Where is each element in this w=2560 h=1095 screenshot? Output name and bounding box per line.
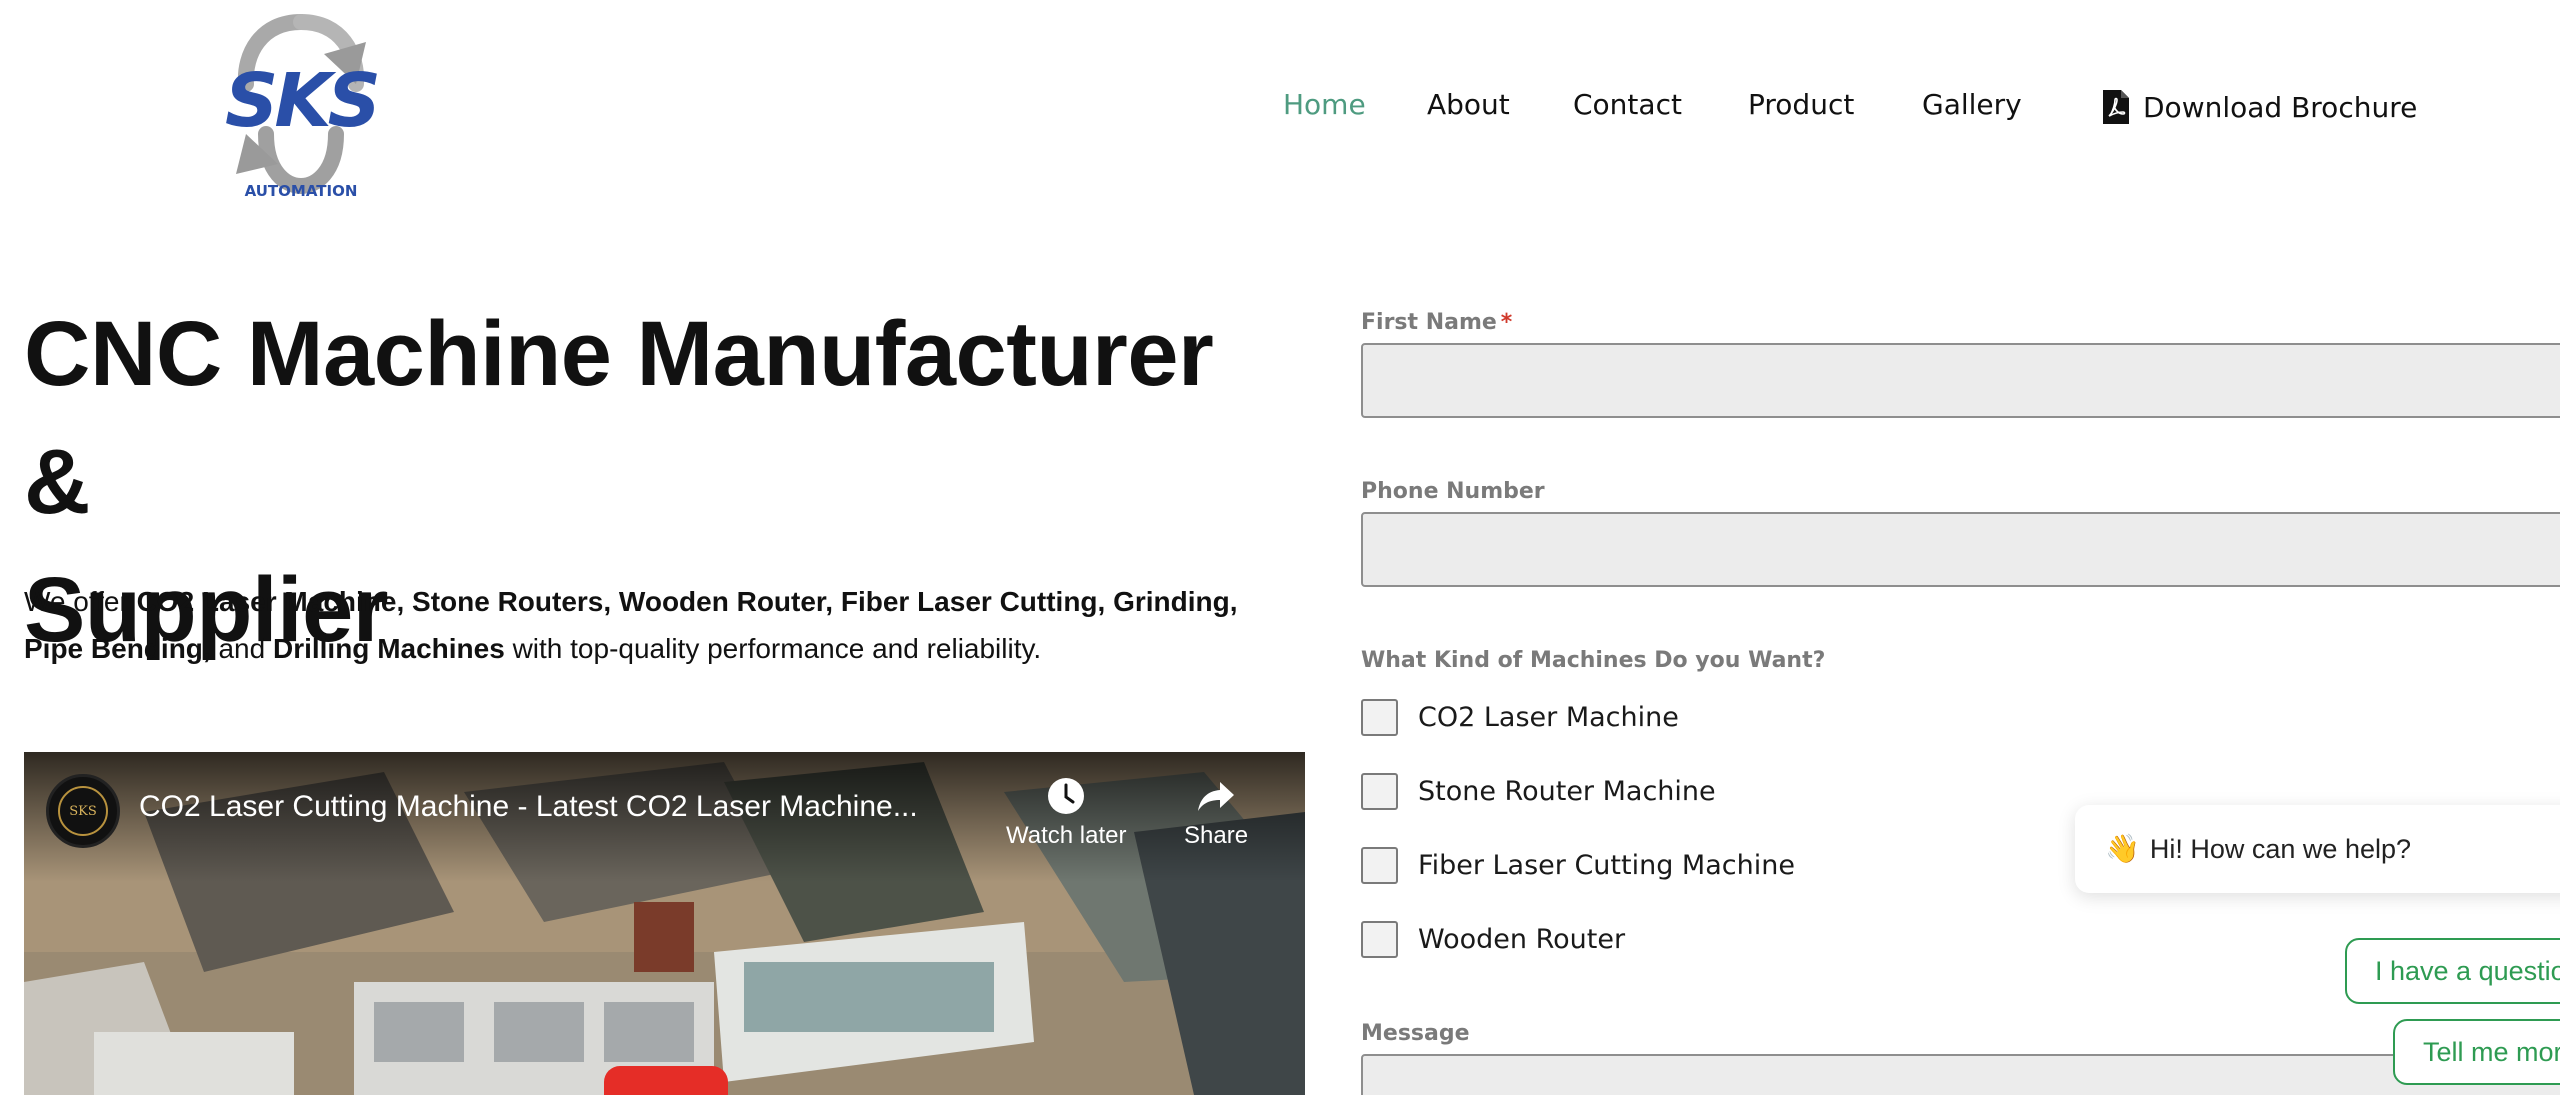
- desc-suffix: with top-quality performance and reliabi…: [504, 633, 1042, 664]
- nav-product[interactable]: Product: [1748, 88, 1854, 121]
- required-asterisk: *: [1500, 310, 1513, 335]
- phone-number-input[interactable]: [1361, 512, 2560, 587]
- pdf-file-icon: [2103, 90, 2129, 124]
- desc-prefix: We offer: [24, 586, 137, 617]
- desc-drilling: Drilling Machines: [272, 633, 505, 664]
- option-label: Fiber Laser Cutting Machine: [1418, 850, 1795, 881]
- svg-text:AUTOMATION: AUTOMATION: [245, 182, 358, 200]
- video-title[interactable]: CO2 Laser Cutting Machine - Latest CO2 L…: [139, 790, 1019, 824]
- share-button[interactable]: Share: [1184, 776, 1248, 850]
- desc-and: and: [210, 633, 273, 664]
- youtube-play-button[interactable]: [604, 1066, 728, 1095]
- chat-option-tell-more[interactable]: Tell me more: [2393, 1019, 2560, 1085]
- youtube-video-embed[interactable]: SKS CO2 Laser Cutting Machine - Latest C…: [24, 752, 1305, 1095]
- nav-home[interactable]: Home: [1283, 88, 1366, 121]
- checkbox-wooden-router[interactable]: [1361, 921, 1398, 958]
- nav-about[interactable]: About: [1427, 88, 1510, 121]
- first-name-label: First Name *: [1361, 310, 1512, 335]
- phone-number-label: Phone Number: [1361, 479, 1545, 504]
- first-name-input[interactable]: [1361, 343, 2560, 418]
- hero-description: We offer CO2 Laser Machine, Stone Router…: [24, 578, 1304, 672]
- watch-later-label: Watch later: [1006, 822, 1127, 849]
- download-brochure-label: Download Brochure: [2143, 90, 2418, 124]
- chat-option-question[interactable]: I have a question: [2345, 938, 2560, 1004]
- first-name-label-text: First Name: [1361, 310, 1497, 335]
- checkbox-co2-laser[interactable]: [1361, 699, 1398, 736]
- share-arrow-icon: [1198, 782, 1235, 811]
- nav-gallery[interactable]: Gallery: [1922, 88, 2022, 121]
- checkbox-stone-router[interactable]: [1361, 773, 1398, 810]
- option-label: Wooden Router: [1418, 924, 1626, 955]
- option-label: Stone Router Machine: [1418, 776, 1716, 807]
- option-wooden-router[interactable]: Wooden Router: [1361, 921, 1625, 958]
- page-title-line1: CNC Machine Manufacturer &: [24, 303, 1214, 533]
- option-stone-router[interactable]: Stone Router Machine: [1361, 773, 1716, 810]
- share-label: Share: [1184, 822, 1249, 849]
- channel-avatar[interactable]: SKS: [46, 774, 120, 848]
- channel-avatar-badge: SKS: [58, 786, 108, 836]
- clock-icon: [1048, 778, 1085, 814]
- machine-kind-label: What Kind of Machines Do you Want?: [1361, 648, 1826, 673]
- chat-greeting-bubble: 👋 Hi! How can we help?: [2075, 805, 2560, 893]
- download-brochure-link[interactable]: Download Brochure: [2103, 90, 2417, 124]
- option-label: CO2 Laser Machine: [1418, 702, 1679, 733]
- checkbox-fiber-laser[interactable]: [1361, 847, 1398, 884]
- option-fiber-laser[interactable]: Fiber Laser Cutting Machine: [1361, 847, 1795, 884]
- watch-later-button[interactable]: Watch later: [1006, 776, 1126, 850]
- waving-hand-icon: 👋: [2105, 833, 2140, 864]
- message-textarea[interactable]: [1361, 1054, 2560, 1095]
- message-label: Message: [1361, 1021, 1470, 1046]
- nav-contact[interactable]: Contact: [1573, 88, 1682, 121]
- chat-greeting-text: Hi! How can we help?: [2149, 833, 2412, 864]
- option-co2-laser[interactable]: CO2 Laser Machine: [1361, 699, 1679, 736]
